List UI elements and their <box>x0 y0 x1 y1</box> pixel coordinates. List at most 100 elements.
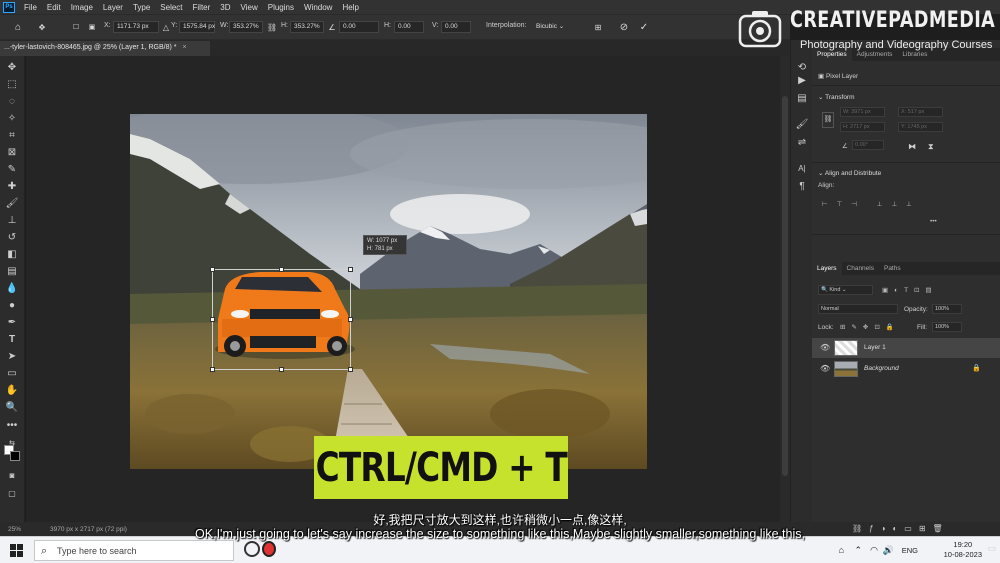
vertical-skew-field[interactable]: 0.00 <box>441 21 471 33</box>
zoom-tool-icon[interactable]: 🔍 <box>5 400 19 414</box>
taskbar-clock[interactable]: 19:20 10-08-2023 <box>944 540 982 560</box>
magic-wand-tool-icon[interactable]: ✧ <box>5 111 19 125</box>
close-tab-icon[interactable]: × <box>182 44 186 51</box>
brushes-panel-icon[interactable]: 🖌 <box>795 117 809 131</box>
gradient-tool-icon[interactable]: ▤ <box>5 264 19 278</box>
rotation-angle-field[interactable]: 0.00 <box>339 21 379 33</box>
warp-mode-icon[interactable]: ⊞ <box>592 21 604 33</box>
properties-x-field[interactable]: X: 517 px <box>898 107 943 117</box>
clone-stamp-tool-icon[interactable]: ⊥ <box>5 213 19 227</box>
transform-handle-bottom-right[interactable] <box>348 367 353 372</box>
transform-handle-top-left[interactable] <box>210 267 215 272</box>
menu-3d[interactable]: 3D <box>215 3 235 12</box>
transform-handle-bottom[interactable] <box>279 367 284 372</box>
flip-horizontal-icon[interactable]: ⧓ <box>908 142 916 151</box>
layer-row-layer-1[interactable]: 👁 Layer 1 <box>812 338 1000 358</box>
frame-tool-icon[interactable]: ⊠ <box>5 145 19 159</box>
eraser-tool-icon[interactable]: ◧ <box>5 247 19 261</box>
lasso-tool-icon[interactable]: ◌ <box>5 94 19 108</box>
menu-plugins[interactable]: Plugins <box>263 3 299 12</box>
horizontal-skew-field[interactable]: 0.00 <box>394 21 424 33</box>
document-image[interactable] <box>130 114 647 469</box>
path-selection-tool-icon[interactable]: ➤ <box>5 349 19 363</box>
screen-mode-icon[interactable]: ▢ <box>5 486 19 500</box>
crop-tool-icon[interactable]: ⌗ <box>5 128 19 142</box>
cortana-icon[interactable] <box>244 541 260 557</box>
show-hidden-icons-icon[interactable]: ⌃ <box>854 545 862 556</box>
visibility-eye-icon[interactable]: 👁 <box>820 364 830 373</box>
canvas-vertical-scrollbar[interactable] <box>780 56 790 522</box>
fill-field[interactable]: 100% <box>932 322 962 332</box>
healing-brush-tool-icon[interactable]: ✚ <box>5 179 19 193</box>
brush-tool-icon[interactable]: 🖌 <box>5 196 19 210</box>
wifi-icon[interactable]: ◠ <box>870 545 878 556</box>
eyedropper-tool-icon[interactable]: ✎ <box>5 162 19 176</box>
photoshop-logo-icon[interactable]: Ps <box>3 1 15 13</box>
commit-transform-icon[interactable]: ✓ <box>638 21 650 33</box>
tab-layers[interactable]: Layers <box>812 262 842 275</box>
notifications-icon[interactable]: ▭ <box>987 543 996 554</box>
properties-angle-field[interactable]: 0.00° <box>852 140 884 150</box>
align-buttons-icon[interactable]: ⊢⊤⊣ ⊥⊥⊥ <box>822 200 921 208</box>
quick-mask-icon[interactable]: ◙ <box>5 468 19 482</box>
blend-mode-select[interactable]: Normal <box>818 304 898 314</box>
app-icon-red[interactable] <box>262 541 276 557</box>
menu-image[interactable]: Image <box>66 3 98 12</box>
menu-view[interactable]: View <box>236 3 263 12</box>
marquee-tool-icon[interactable]: ⬚ <box>5 77 19 91</box>
history-panel-icon[interactable]: ⟲ <box>795 60 809 74</box>
transform-handle-top[interactable] <box>279 267 284 272</box>
network-icon[interactable]: ⌂ <box>839 545 844 555</box>
layer-filter-icons[interactable]: ▣◐T⊡▤ <box>882 286 938 294</box>
width-scale-field[interactable]: 353.27% <box>229 21 263 33</box>
menu-window[interactable]: Window <box>299 3 337 12</box>
flip-vertical-icon[interactable]: ⧗ <box>928 142 934 152</box>
hand-tool-icon[interactable]: ✋ <box>5 383 19 397</box>
menu-help[interactable]: Help <box>337 3 363 12</box>
input-language[interactable]: ENG <box>902 546 918 555</box>
transform-handle-left[interactable] <box>210 317 215 322</box>
type-tool-icon[interactable]: T <box>5 332 19 346</box>
properties-y-field[interactable]: Y: 1745 px <box>898 122 943 132</box>
paragraph-panel-icon[interactable]: ¶ <box>795 179 809 193</box>
blur-tool-icon[interactable]: 💧 <box>5 281 19 295</box>
move-tool-icon[interactable]: ✥ <box>5 60 19 74</box>
transform-handle-top-right[interactable] <box>348 267 353 272</box>
reference-point-icon[interactable]: ▣ <box>86 21 98 33</box>
menu-type[interactable]: Type <box>128 3 155 12</box>
comments-panel-icon[interactable]: ▤ <box>795 91 809 105</box>
x-position-field[interactable]: 1171.73 px <box>113 21 159 33</box>
background-color-swatch[interactable] <box>10 451 20 461</box>
document-tab[interactable]: ...-tyler-lastovich-808465.jpg @ 25% (La… <box>0 41 210 56</box>
volume-icon[interactable]: 🔊 <box>883 545 894 556</box>
transform-section-title[interactable]: ⌄ Transform <box>818 93 855 101</box>
menu-select[interactable]: Select <box>155 3 187 12</box>
layer-lock-icon[interactable]: 🔒 <box>972 364 981 372</box>
opacity-field[interactable]: 100% <box>932 304 962 314</box>
dodge-tool-icon[interactable]: ● <box>5 298 19 312</box>
align-section-title[interactable]: ⌄ Align and Distribute <box>818 169 881 177</box>
windows-start-icon[interactable] <box>10 544 23 557</box>
link-dimensions-icon[interactable]: ⛓ <box>822 112 834 128</box>
home-icon[interactable]: ⌂ <box>12 21 24 33</box>
height-scale-field[interactable]: 353.27% <box>290 21 324 33</box>
transform-handle-right[interactable] <box>348 317 353 322</box>
lock-options-icons[interactable]: ⊞✎✥⊡🔒 <box>840 323 900 331</box>
cancel-transform-icon[interactable]: ⊘ <box>618 21 630 33</box>
edit-toolbar-icon[interactable]: ••• <box>5 418 19 432</box>
scrollbar-thumb[interactable] <box>782 96 788 476</box>
menu-edit[interactable]: Edit <box>42 3 66 12</box>
menu-filter[interactable]: Filter <box>188 3 216 12</box>
tab-paths[interactable]: Paths <box>879 262 906 275</box>
layer-row-background[interactable]: 👁 Background 🔒 <box>812 359 1000 379</box>
reference-point-toggle-icon[interactable]: ☐ <box>70 21 82 33</box>
actions-panel-icon[interactable]: ▶ <box>795 73 809 87</box>
properties-height-field[interactable]: H: 2717 px <box>840 122 885 132</box>
link-icon[interactable]: ⛓ <box>266 21 278 33</box>
rectangle-tool-icon[interactable]: ▭ <box>5 366 19 380</box>
history-brush-tool-icon[interactable]: ↺ <box>5 230 19 244</box>
tab-channels[interactable]: Channels <box>842 262 879 275</box>
menu-file[interactable]: File <box>19 3 42 12</box>
pen-tool-icon[interactable]: ✒ <box>5 315 19 329</box>
menu-layer[interactable]: Layer <box>98 3 128 12</box>
